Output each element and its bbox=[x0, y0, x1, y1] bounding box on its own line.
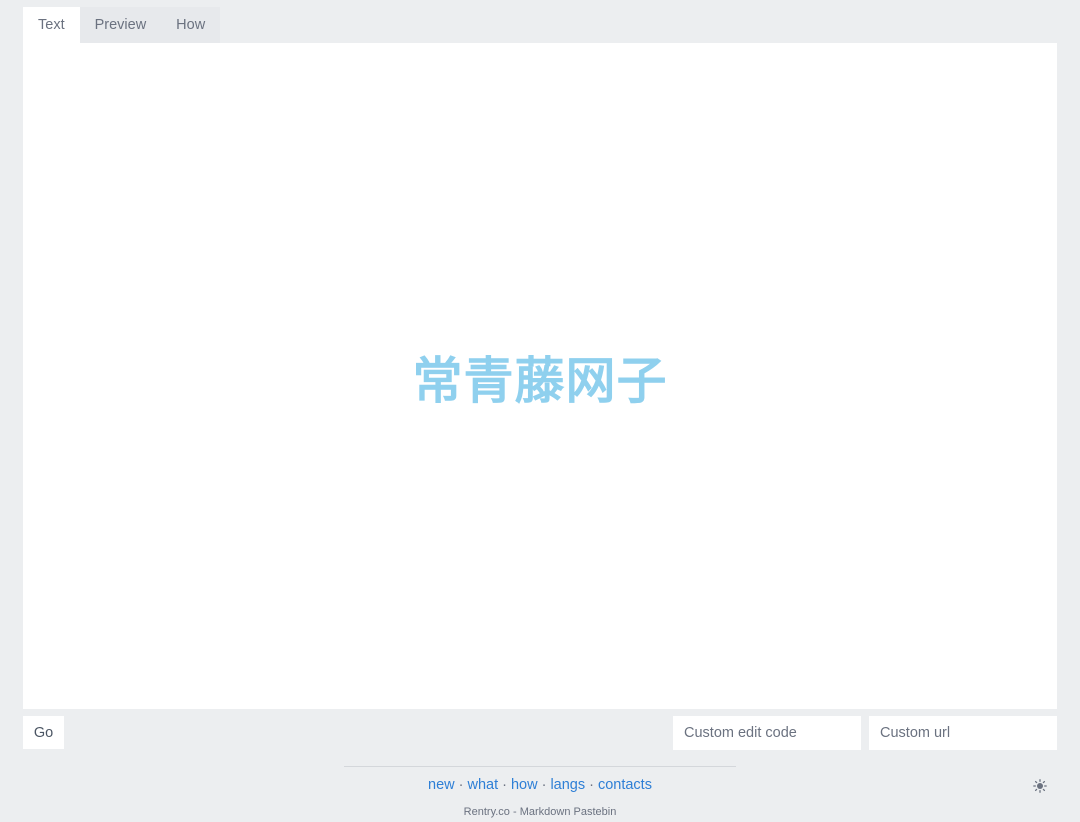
footer-tagline: Rentry.co - Markdown Pastebin bbox=[463, 806, 617, 818]
footer-separator: · bbox=[502, 777, 507, 793]
theme-toggle-button[interactable] bbox=[1030, 776, 1050, 796]
footer-divider bbox=[344, 766, 736, 767]
footer-link-new[interactable]: new bbox=[428, 777, 455, 793]
tab-how[interactable]: How bbox=[161, 7, 221, 43]
sun-icon bbox=[1033, 779, 1047, 793]
footer-link-contacts[interactable]: contacts bbox=[598, 777, 652, 793]
footer-separator: · bbox=[541, 777, 547, 793]
watermark-logo: 常青藤网子 bbox=[412, 351, 668, 410]
tab-text[interactable]: Text bbox=[23, 7, 80, 43]
footer-link-how[interactable]: how bbox=[511, 777, 538, 793]
custom-edit-code-input[interactable] bbox=[673, 716, 861, 750]
footer-separator: · bbox=[458, 777, 464, 793]
text-editor[interactable]: 常青藤网子 bbox=[23, 43, 1057, 709]
footer-separator: · bbox=[589, 777, 594, 793]
footer-link-what[interactable]: what bbox=[468, 777, 499, 793]
custom-url-input[interactable] bbox=[869, 716, 1057, 750]
footer-nav: new · what · how · langs · contacts bbox=[0, 777, 1080, 793]
tab-preview[interactable]: Preview bbox=[79, 7, 162, 43]
go-button[interactable]: Go bbox=[23, 716, 64, 749]
editor-tabs: Text Preview How bbox=[23, 7, 221, 43]
footer-link-langs[interactable]: langs bbox=[550, 777, 585, 793]
